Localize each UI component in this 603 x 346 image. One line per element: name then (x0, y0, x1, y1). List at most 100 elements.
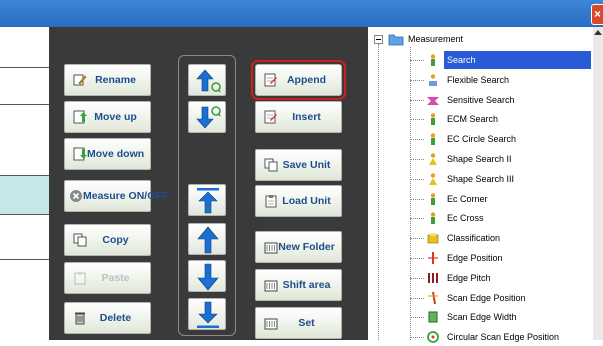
tree-item-label: ECM Search (447, 114, 499, 125)
shift-area-icon (264, 280, 278, 292)
tree-item[interactable]: Shape Search II (426, 150, 591, 168)
copy-icon (73, 233, 87, 247)
tree-item-label: Circular Scan Edge Position (447, 332, 560, 343)
tree-connector (410, 277, 424, 279)
paste-icon (74, 272, 86, 285)
move-item-up-button[interactable] (188, 223, 226, 255)
set-button[interactable]: Set (255, 307, 342, 339)
ec-circle-search-icon (430, 133, 436, 146)
tree-connector (410, 159, 424, 160)
new-folder-icon (264, 242, 278, 254)
tree-item[interactable]: Shape Search III (426, 170, 591, 188)
flow-divider (0, 259, 49, 260)
tree-item[interactable]: Circular Scan Edge Position (426, 328, 591, 346)
tree-connector (410, 337, 424, 339)
to-bottom-arrow-icon (197, 301, 219, 328)
tree-item[interactable]: Classification (426, 229, 591, 247)
tree-item-label: Flexible Search (447, 74, 510, 85)
tree-item-label: Edge Pitch (447, 272, 491, 283)
flow-list-pane[interactable] (0, 27, 49, 340)
save-unit-button[interactable]: Save Unit (255, 149, 342, 181)
edge-position-icon (428, 252, 438, 264)
load-unit-button[interactable]: Load Unit (255, 185, 342, 217)
tree-connector (410, 178, 424, 180)
move-down-icon (73, 147, 87, 161)
tree-guide (378, 44, 379, 340)
collapse-toggle[interactable] (374, 35, 383, 44)
tree-connector (410, 198, 424, 200)
move-item-down-button[interactable] (188, 260, 226, 292)
tree-scrollbar[interactable] (593, 27, 603, 340)
tree-item[interactable]: Edge Pitch (426, 269, 591, 287)
rename-button[interactable]: Rename (64, 64, 151, 96)
close-button[interactable]: × (591, 4, 603, 25)
shift-area-button[interactable]: Shift area (255, 269, 342, 301)
ecm-search-icon (430, 113, 436, 126)
paste-button[interactable]: Paste (64, 262, 151, 294)
search-person-icon (430, 54, 436, 66)
title-bar: × (0, 0, 603, 27)
insert-icon (264, 110, 277, 124)
flow-row-selected[interactable] (0, 175, 49, 215)
flow-divider (0, 67, 49, 68)
tree-item[interactable]: Ec Corner (426, 190, 591, 208)
measurement-tree[interactable]: Measurement Search Flexible Search Sensiti… (368, 27, 603, 344)
measure-on-off-button[interactable]: Measure ON/OFF (64, 180, 168, 212)
tree-connector (410, 99, 424, 101)
tree-connector (410, 258, 424, 259)
copy-button[interactable]: Copy (64, 224, 151, 256)
insert-button[interactable]: Insert (255, 101, 342, 133)
tree-item-label: EC Circle Search (447, 134, 517, 145)
tree-connector (410, 119, 424, 121)
tree-item-label: Classification (447, 233, 501, 244)
flexible-search-icon (429, 74, 437, 86)
tree-root-label[interactable]: Measurement (408, 34, 463, 44)
move-down-level-button[interactable] (188, 101, 226, 133)
sensitive-search-icon (427, 96, 439, 105)
set-icon (264, 318, 278, 330)
tree-item-label: Scan Edge Width (447, 312, 517, 323)
move-up-button[interactable]: Move up (64, 101, 151, 133)
scan-edge-position-icon (428, 291, 438, 304)
delete-button[interactable]: Delete (64, 302, 151, 334)
tree-item-label: Search (444, 51, 591, 69)
new-folder-button[interactable]: New Folder (255, 231, 342, 263)
tree-item[interactable]: Flexible Search (426, 71, 591, 89)
shape-search-icon (429, 153, 437, 165)
folder-icon (388, 34, 404, 46)
to-top-arrow-icon (197, 188, 219, 214)
tree-item[interactable]: Sensitive Search (426, 91, 591, 109)
tree-connector (410, 139, 424, 141)
rename-icon (73, 74, 87, 86)
tree-item[interactable]: Scan Edge Position (426, 289, 591, 307)
ec-cross-icon (430, 212, 436, 225)
tree-connector (410, 317, 424, 319)
tree-item[interactable]: Scan Edge Width (426, 308, 591, 326)
tree-item-label: Shape Search II (447, 154, 512, 164)
scan-edge-width-icon (428, 311, 438, 323)
move-to-bottom-button[interactable] (188, 298, 226, 330)
trash-icon (75, 312, 85, 325)
tree-item[interactable]: EC Circle Search (426, 130, 591, 148)
up-level-arrow-icon (196, 69, 221, 93)
load-unit-icon (265, 195, 277, 208)
circular-scan-icon (427, 331, 439, 344)
tree-connector (410, 238, 424, 240)
move-up-level-button[interactable] (188, 64, 226, 96)
tree-item[interactable]: Ec Cross (426, 209, 591, 227)
edit-button-panel: Rename Move up Move down Measure ON/OFF … (49, 27, 368, 340)
scroll-up-arrow-icon[interactable] (594, 30, 602, 35)
append-icon (264, 73, 277, 87)
down-level-arrow-icon (196, 106, 221, 129)
move-down-button[interactable]: Move down (64, 138, 151, 170)
tree-item-label: Edge Position (447, 253, 503, 263)
move-to-top-button[interactable] (188, 184, 226, 216)
append-button[interactable]: Append (251, 60, 346, 100)
tree-item[interactable]: Edge Position (426, 249, 591, 267)
tree-connector (410, 79, 424, 81)
tree-item[interactable]: Search (426, 51, 591, 69)
down-arrow-icon (197, 263, 219, 291)
tree-item[interactable]: ECM Search (426, 110, 591, 128)
tree-item-label: Shape Search III (447, 173, 515, 184)
up-arrow-icon (197, 226, 219, 254)
